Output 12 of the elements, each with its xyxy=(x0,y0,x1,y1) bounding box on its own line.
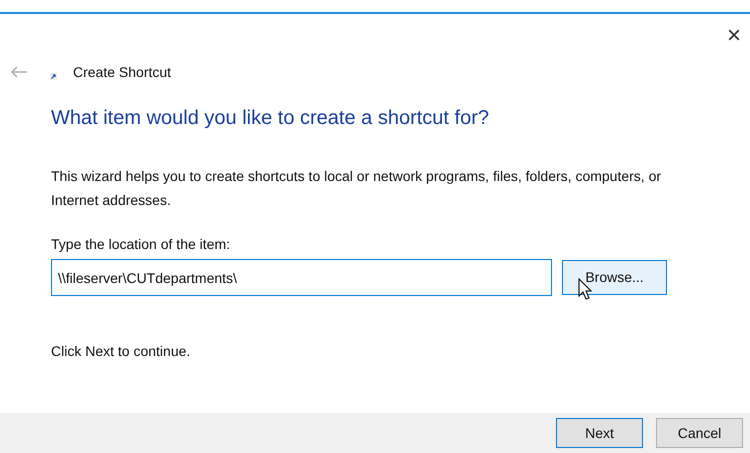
back-arrow-icon[interactable] xyxy=(10,66,28,78)
location-label: Type the location of the item: xyxy=(51,235,231,254)
location-field[interactable]: \\fileserver\CUTdepartments\ xyxy=(51,259,552,296)
browse-button[interactable]: Browse... xyxy=(562,260,667,295)
hint-text: Click Next to continue. xyxy=(51,342,192,361)
wizard-heading: What item would you like to create a shortcut for? xyxy=(51,106,490,131)
description-text: This wizard helps you to create shortcuts to local or network programs, files, folders, computers, or Internet addresses. xyxy=(51,167,662,210)
shortcut-icon xyxy=(50,72,57,80)
next-button[interactable]: Next xyxy=(556,418,643,448)
cancel-button[interactable]: Cancel xyxy=(656,418,743,448)
close-button[interactable]: × xyxy=(724,24,744,48)
window-title: Create Shortcut xyxy=(73,62,172,82)
